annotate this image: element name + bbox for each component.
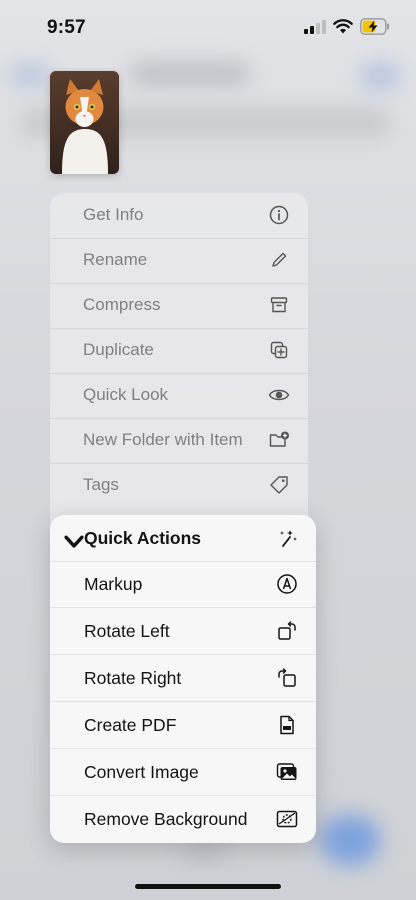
menu-item-compress[interactable]: Compress [50,283,308,329]
folder-add-icon [268,429,290,451]
quick-action-label: Markup [84,574,143,594]
status-time: 9:57 [47,17,86,38]
duplicate-icon [268,339,290,361]
quick-actions-submenu: Quick Actions Markup Rotate Left Rotate … [50,515,316,843]
menu-item-label: Quick Look [83,385,169,404]
menu-item-label: Get Info [83,205,144,224]
chevron-down-icon [64,535,84,548]
rotate-right-icon [276,667,298,689]
quick-action-convert-image[interactable]: Convert Image [50,749,316,796]
menu-item-get-info[interactable]: Get Info [50,193,308,239]
remove-background-icon [276,808,298,830]
archive-box-icon [268,294,290,316]
menu-item-label: New Folder with Item [83,430,243,449]
menu-item-label: Rename [83,250,148,269]
menu-item-tags[interactable]: Tags [50,463,308,508]
blurred-toolbar-button [360,62,400,90]
blurred-back-button [10,64,50,86]
cat-photo-thumbnail [50,71,119,174]
menu-item-quick-look[interactable]: Quick Look [50,373,308,419]
tag-icon [268,474,290,496]
cellular-signal-icon [304,20,326,34]
wifi-icon [333,19,353,34]
battery-charging-icon [360,18,389,35]
eye-icon [268,384,290,406]
menu-item-duplicate[interactable]: Duplicate [50,328,308,374]
quick-action-label: Create PDF [84,715,177,735]
quick-action-markup[interactable]: Markup [50,561,316,608]
quick-action-create-pdf[interactable]: Create PDF [50,702,316,749]
pencil-icon [268,249,290,271]
status-bar: 9:57 [0,0,416,56]
info-icon [268,204,290,226]
pdf-doc-icon [276,714,298,736]
home-indicator[interactable] [135,884,281,889]
blurred-tab-highlight [320,815,380,865]
context-menu: Get Info Rename Compress Duplicate Quick… [50,193,308,553]
quick-action-rotate-right[interactable]: Rotate Right [50,655,316,702]
blurred-title [130,62,250,86]
quick-action-label: Rotate Right [84,668,182,688]
quick-actions-header[interactable]: Quick Actions [50,515,316,562]
menu-item-label: Tags [83,475,119,494]
quick-action-rotate-left[interactable]: Rotate Left [50,608,316,655]
menu-item-new-folder-with-item[interactable]: New Folder with Item [50,418,308,464]
magic-wand-sparkles-icon [276,527,298,549]
quick-actions-title: Quick Actions [84,528,202,548]
menu-item-label: Duplicate [83,340,154,359]
markup-pen-icon [276,573,298,595]
rotate-left-icon [276,620,298,642]
photo-icon [276,761,298,783]
menu-item-rename[interactable]: Rename [50,238,308,284]
menu-item-label: Compress [83,295,161,314]
quick-action-label: Remove Background [84,809,248,829]
quick-action-label: Convert Image [84,762,199,782]
quick-action-remove-background[interactable]: Remove Background [50,796,316,842]
quick-action-label: Rotate Left [84,621,170,641]
